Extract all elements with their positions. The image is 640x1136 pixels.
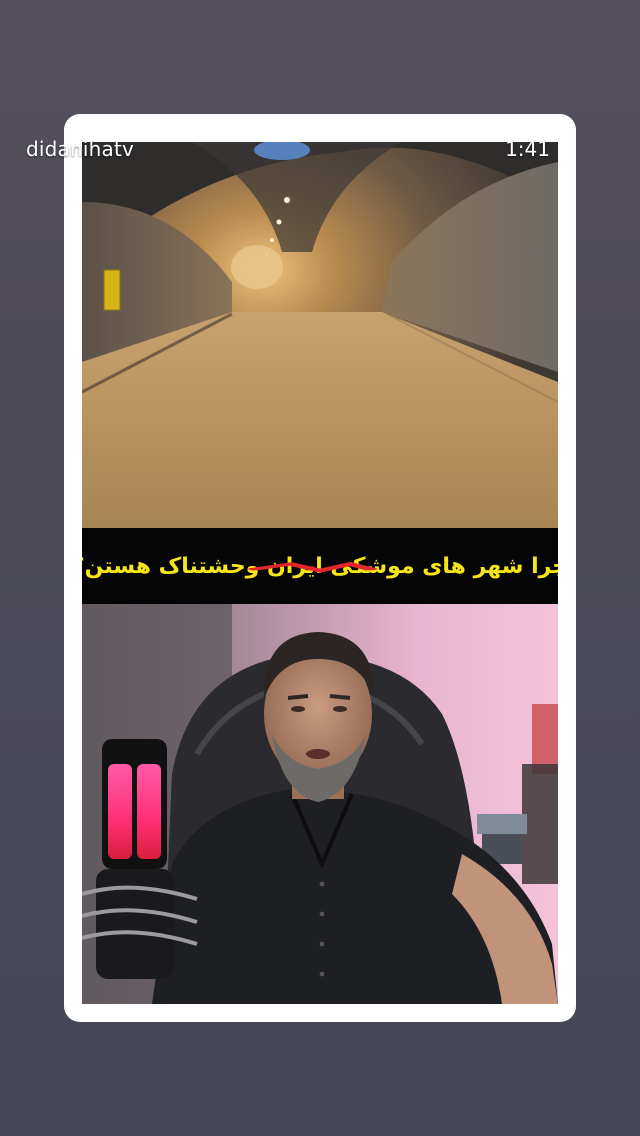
tunnel-video-frame bbox=[82, 142, 558, 528]
channel-username[interactable]: didanihatv bbox=[26, 137, 134, 161]
video-caption: چرا شهر های موشکی ایران وحشتناک هستن؟ bbox=[82, 554, 558, 579]
caption-band: چرا شهر های موشکی ایران وحشتناک هستن؟ bbox=[82, 528, 558, 604]
speaker-video-frame bbox=[82, 604, 558, 1004]
video-player[interactable]: چرا شهر های موشکی ایران وحشتناک هستن؟ bbox=[82, 142, 558, 1004]
story-card: چرا شهر های موشکی ایران وحشتناک هستن؟ bbox=[64, 114, 576, 1022]
video-duration: 1:41 bbox=[505, 137, 550, 161]
